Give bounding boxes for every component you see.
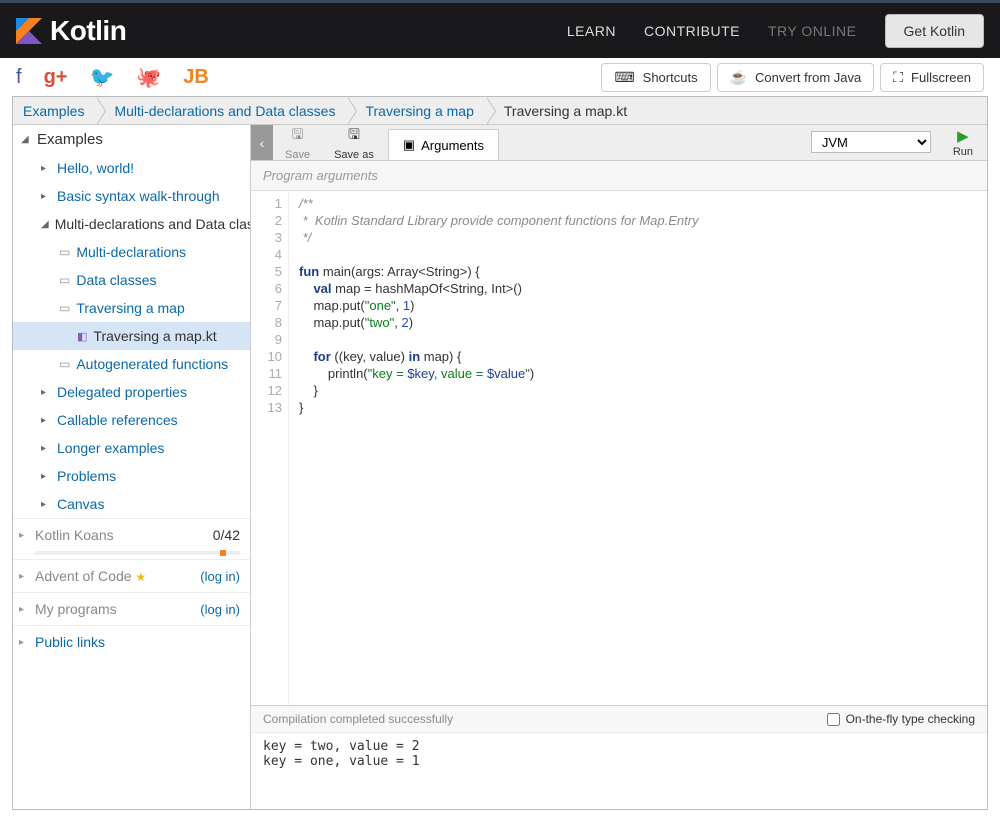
save-as-icon: 🖫 xyxy=(348,124,360,148)
myprograms-login-link[interactable]: (log in) xyxy=(200,602,240,617)
run-button[interactable]: ▶Run xyxy=(939,125,987,160)
nav-learn[interactable]: LEARN xyxy=(567,23,616,39)
code-editor[interactable]: 12345678910111213 /** * Kotlin Standard … xyxy=(251,191,987,705)
otf-checkbox-label[interactable]: On-the-fly type checking xyxy=(827,712,975,726)
keyboard-icon: ⌨ xyxy=(614,69,634,86)
sidebar-item-data-classes[interactable]: ▭Data classes xyxy=(13,266,250,294)
top-bar: Kotlin LEARN CONTRIBUTE TRY ONLINE Get K… xyxy=(0,0,1000,58)
tool-row: f g+ 🐦 🐙 JB ⌨ Shortcuts ☕ Convert from J… xyxy=(0,58,1000,96)
github-icon[interactable]: 🐙 xyxy=(136,65,161,90)
expand-icon: ▸ xyxy=(19,571,24,582)
otf-checkbox[interactable] xyxy=(827,713,840,726)
chevron-left-icon: ‹ xyxy=(260,135,265,151)
platform-select[interactable]: JVM xyxy=(811,131,931,153)
collapse-icon: ◢ xyxy=(21,134,31,145)
sidebar-item-autogen[interactable]: ▭Autogenerated functions xyxy=(13,350,250,378)
nav-try-online[interactable]: TRY ONLINE xyxy=(768,23,857,39)
nav-contribute[interactable]: CONTRIBUTE xyxy=(644,23,740,39)
star-icon: ★ xyxy=(135,570,146,584)
facebook-icon[interactable]: f xyxy=(16,66,22,89)
line-gutter: 12345678910111213 xyxy=(251,191,289,705)
editor-column: ‹ 🖫Save 🖫Save as ▣Arguments JVM ▶Run Pro… xyxy=(251,125,987,809)
sidebar: ◢Examples ▸Hello, world! ▸Basic syntax w… xyxy=(13,125,251,809)
google-plus-icon[interactable]: g+ xyxy=(44,66,68,89)
back-button[interactable]: ‹ xyxy=(251,125,273,160)
console: Compilation completed successfully On-th… xyxy=(251,705,987,809)
play-icon: ▶ xyxy=(957,127,969,145)
expand-icon: ▸ xyxy=(41,443,51,454)
fullscreen-button[interactable]: ⛶ Fullscreen xyxy=(880,63,984,92)
terminal-icon: ▣ xyxy=(403,137,415,153)
expand-icon: ▸ xyxy=(19,637,24,648)
convert-java-button[interactable]: ☕ Convert from Java xyxy=(717,63,875,92)
code-content[interactable]: /** * Kotlin Standard Library provide co… xyxy=(289,191,699,705)
arguments-tab[interactable]: ▣Arguments xyxy=(388,129,499,160)
sidebar-item-hello-world[interactable]: ▸Hello, world! xyxy=(13,154,250,182)
koans-progress-bar xyxy=(35,551,240,555)
jetbrains-icon[interactable]: JB xyxy=(183,66,209,89)
expand-icon: ▸ xyxy=(41,471,51,482)
expand-icon: ▸ xyxy=(41,163,51,174)
collapse-icon: ◢ xyxy=(41,219,49,230)
expand-icon: ▸ xyxy=(19,604,24,615)
compile-status: Compilation completed successfully xyxy=(263,712,453,726)
breadcrumb: Examples Multi-declarations and Data cla… xyxy=(13,97,987,125)
advent-login-link[interactable]: (log in) xyxy=(200,569,240,584)
sidebar-item-basic-syntax[interactable]: ▸Basic syntax walk-through xyxy=(13,182,250,210)
sidebar-item-problems[interactable]: ▸Problems xyxy=(13,462,250,490)
save-icon: 🖫 xyxy=(292,124,304,148)
java-convert-icon: ☕ xyxy=(730,69,747,86)
crumb-multi-decl[interactable]: Multi-declarations and Data classes xyxy=(96,97,347,124)
kotlin-icon xyxy=(16,18,42,44)
shortcuts-button[interactable]: ⌨ Shortcuts xyxy=(601,63,710,92)
editor-toolbar: ‹ 🖫Save 🖫Save as ▣Arguments JVM ▶Run xyxy=(251,125,987,161)
workspace: Examples Multi-declarations and Data cla… xyxy=(12,96,988,810)
sidebar-section-myprograms[interactable]: ▸ My programs (log in) xyxy=(13,592,250,625)
save-as-button[interactable]: 🖫Save as xyxy=(322,125,386,160)
koans-progress: 0/42 xyxy=(213,527,240,543)
folder-icon: ▭ xyxy=(59,245,70,259)
sidebar-item-traversing-map[interactable]: ▭Traversing a map xyxy=(13,294,250,322)
kotlin-logo[interactable]: Kotlin xyxy=(16,15,126,47)
crumb-file: Traversing a map.kt xyxy=(486,97,639,124)
expand-icon: ▸ xyxy=(41,387,51,398)
kotlin-file-icon: ◧ xyxy=(77,330,87,343)
sidebar-item-delegated[interactable]: ▸Delegated properties xyxy=(13,378,250,406)
sidebar-item-multi-declarations[interactable]: ▭Multi-declarations xyxy=(13,238,250,266)
fullscreen-icon: ⛶ xyxy=(893,69,903,86)
crumb-examples[interactable]: Examples xyxy=(13,97,96,124)
expand-icon: ▸ xyxy=(19,530,24,541)
shortcuts-label: Shortcuts xyxy=(643,70,698,85)
fullscreen-label: Fullscreen xyxy=(911,70,971,85)
sidebar-section-public[interactable]: ▸ Public links xyxy=(13,625,250,658)
console-output: key = two, value = 2 key = one, value = … xyxy=(251,732,987,809)
sidebar-section-koans[interactable]: ▸ Kotlin Koans 0/42 xyxy=(13,518,250,551)
sidebar-item-traversing-map-kt[interactable]: ◧Traversing a map.kt xyxy=(13,322,250,350)
folder-icon: ▭ xyxy=(59,273,70,287)
program-arguments-input[interactable]: Program arguments xyxy=(251,161,987,191)
twitter-icon[interactable]: 🐦 xyxy=(89,65,114,90)
sidebar-item-callable[interactable]: ▸Callable references xyxy=(13,406,250,434)
sidebar-section-advent[interactable]: ▸ Advent of Code ★ (log in) xyxy=(13,559,250,592)
expand-icon: ▸ xyxy=(41,415,51,426)
sidebar-item-multi-decl[interactable]: ◢Multi-declarations and Data classes xyxy=(13,210,250,238)
folder-icon: ▭ xyxy=(59,301,70,315)
save-button[interactable]: 🖫Save xyxy=(273,125,322,160)
convert-label: Convert from Java xyxy=(755,70,861,85)
folder-icon: ▭ xyxy=(59,357,70,371)
expand-icon: ▸ xyxy=(41,191,51,202)
expand-icon: ▸ xyxy=(41,499,51,510)
sidebar-item-longer[interactable]: ▸Longer examples xyxy=(13,434,250,462)
tree-root-examples[interactable]: ◢Examples xyxy=(13,125,250,154)
sidebar-item-canvas[interactable]: ▸Canvas xyxy=(13,490,250,518)
brand-text: Kotlin xyxy=(50,15,126,47)
crumb-traversing[interactable]: Traversing a map xyxy=(347,97,485,124)
get-kotlin-button[interactable]: Get Kotlin xyxy=(885,14,984,48)
